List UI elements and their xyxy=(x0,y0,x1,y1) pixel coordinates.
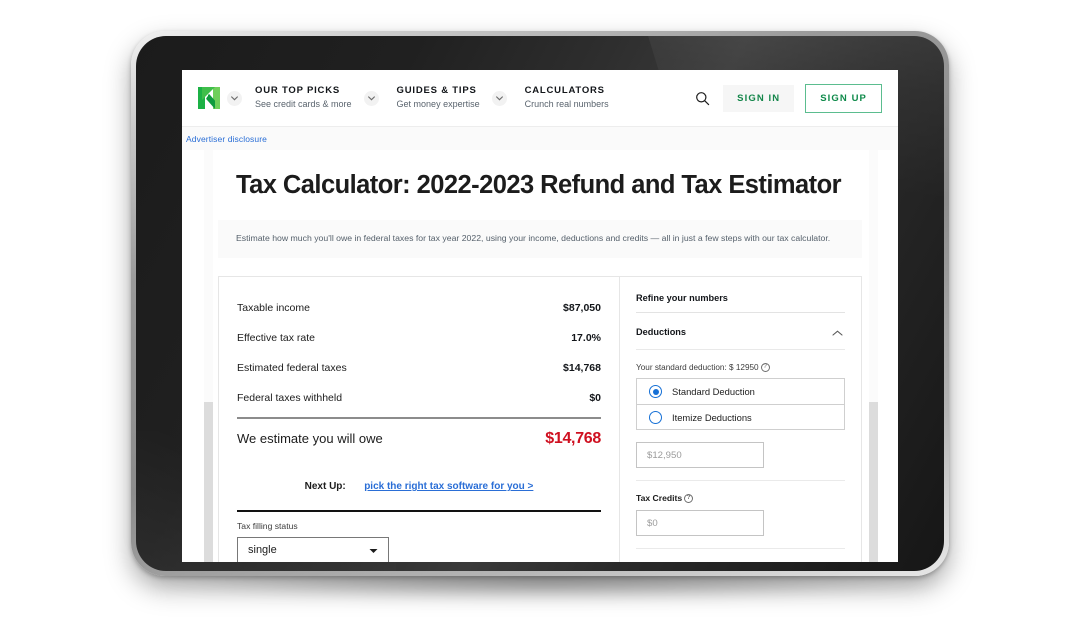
scrollbar-thumb-right[interactable] xyxy=(869,402,878,562)
nerdwallet-logo-icon[interactable] xyxy=(198,87,220,109)
calculator-card: Taxable income $87,050 Effective tax rat… xyxy=(218,276,862,562)
tax-credits-label: Tax Credits xyxy=(636,493,683,503)
nav-subtitle: Get money expertise xyxy=(396,99,480,109)
tax-filing-status-select[interactable]: single xyxy=(237,537,389,562)
nav-title: OUR TOP PICKS xyxy=(255,85,341,96)
select-value: single xyxy=(248,544,277,556)
scene: OUR TOP PICKS See credit cards & more GU… xyxy=(0,0,1080,641)
field-label: Tax filling status xyxy=(237,521,298,531)
summary-row: Effective tax rate 17.0% xyxy=(237,323,601,353)
info-icon[interactable]: ? xyxy=(684,493,694,503)
field-tax-credits: Tax Credits ? $0 xyxy=(636,481,845,549)
calculator-main-column: Taxable income $87,050 Effective tax rat… xyxy=(219,277,619,562)
standard-deduction-note-text: Your standard deduction: $ 12950 xyxy=(636,363,759,372)
tax-credits-input[interactable]: $0 xyxy=(636,510,764,536)
scrollbar-thumb-left[interactable] xyxy=(204,402,213,562)
summary-total-row: We estimate you will owe $14,768 xyxy=(237,419,601,452)
summary-row-value: $0 xyxy=(589,392,601,404)
info-icon[interactable]: ? xyxy=(760,363,770,372)
radio-itemize-deductions[interactable]: Itemize Deductions xyxy=(637,404,844,429)
nav-subtitle: Crunch real numbers xyxy=(524,99,609,109)
advertiser-disclosure-bar: Advertiser disclosure xyxy=(182,126,898,150)
tax-credits-label-row: Tax Credits ? xyxy=(636,493,845,503)
header-actions: SIGN IN SIGN UP xyxy=(692,83,882,113)
radio-selected-icon xyxy=(649,385,662,398)
next-up-link[interactable]: pick the right tax software for you > xyxy=(364,481,533,492)
nav-chevron-down-icon[interactable] xyxy=(363,90,379,106)
advertiser-disclosure-link[interactable]: Advertiser disclosure xyxy=(186,134,267,144)
radio-unselected-icon xyxy=(649,410,662,424)
field-tax-filing-status: Tax filling status single xyxy=(237,512,601,562)
summary-row-label: Effective tax rate xyxy=(237,332,316,344)
summary-row: Taxable income $87,050 xyxy=(237,293,601,323)
nav-title: CALCULATORS xyxy=(524,85,605,96)
summary-row: Federal taxes withheld $0 xyxy=(237,383,601,413)
deduction-amount-input[interactable]: $12,950 xyxy=(636,442,764,468)
search-icon[interactable] xyxy=(692,88,712,108)
primary-nav: OUR TOP PICKS See credit cards & more GU… xyxy=(242,85,609,111)
radio-label: Itemize Deductions xyxy=(672,411,752,423)
nav-title: GUIDES & TIPS xyxy=(396,85,477,96)
logo-chevron-down-icon[interactable] xyxy=(227,90,242,106)
field-deduction-amount: $12,950 xyxy=(636,430,845,481)
nav-item-guides-and-tips[interactable]: GUIDES & TIPS Get money expertise xyxy=(397,85,480,111)
tax-credits-placeholder: $0 xyxy=(647,517,658,529)
summary-row-label: Taxable income xyxy=(237,302,310,314)
summary-total-label: We estimate you will owe xyxy=(237,431,383,446)
deductions-section-header[interactable]: Deductions xyxy=(636,313,845,350)
summary-row-value: $87,050 xyxy=(563,302,601,314)
nav-item-our-top-picks[interactable]: OUR TOP PICKS See credit cards & more xyxy=(255,85,352,111)
nav-item-calculators[interactable]: CALCULATORS Crunch real numbers xyxy=(525,85,609,111)
nav-chevron-down-icon[interactable] xyxy=(491,90,507,106)
deductions-section-title: Deductions xyxy=(636,327,687,337)
nav-subtitle: See credit cards & more xyxy=(255,99,352,109)
refine-your-numbers-panel: Refine your numbers Deductions Your stan… xyxy=(619,277,861,562)
summary-row-label: Federal taxes withheld xyxy=(237,392,343,404)
summary-row-value: 17.0% xyxy=(571,332,601,344)
deduction-type-radio-group: Standard Deduction Itemize Deductions xyxy=(636,378,845,430)
page-intro-text: Estimate how much you'll owe in federal … xyxy=(236,233,831,243)
summary-row-value: $14,768 xyxy=(563,362,601,374)
tax-credits-help-link[interactable]: Here's a list of common tax credits you … xyxy=(636,560,845,562)
summary-total-value: $14,768 xyxy=(545,430,601,447)
page-title: Tax Calculator: 2022-2023 Refund and Tax… xyxy=(236,171,842,199)
radio-standard-deduction[interactable]: Standard Deduction xyxy=(637,379,844,404)
chevron-down-icon xyxy=(369,541,378,559)
radio-label: Standard Deduction xyxy=(672,386,755,397)
page-content: Tax Calculator: 2022-2023 Refund and Tax… xyxy=(218,158,862,562)
sign-in-button[interactable]: SIGN IN xyxy=(723,84,795,112)
chevron-up-icon[interactable] xyxy=(832,323,845,341)
page-intro-box: Estimate how much you'll owe in federal … xyxy=(218,220,862,258)
summary-row-label: Estimated federal taxes xyxy=(237,362,347,374)
summary-row: Estimated federal taxes $14,768 xyxy=(237,353,601,383)
standard-deduction-note: Your standard deduction: $ 12950 ? xyxy=(636,363,845,372)
refine-panel-title: Refine your numbers xyxy=(636,293,845,313)
site-header: OUR TOP PICKS See credit cards & more GU… xyxy=(186,70,898,126)
next-up-row: Next Up: pick the right tax software for… xyxy=(237,476,601,494)
tablet-screen: OUR TOP PICKS See credit cards & more GU… xyxy=(182,70,898,562)
sign-up-button[interactable]: SIGN UP xyxy=(805,83,882,113)
next-up-label: Next Up: xyxy=(304,481,346,492)
deduction-amount-placeholder: $12,950 xyxy=(647,449,682,461)
